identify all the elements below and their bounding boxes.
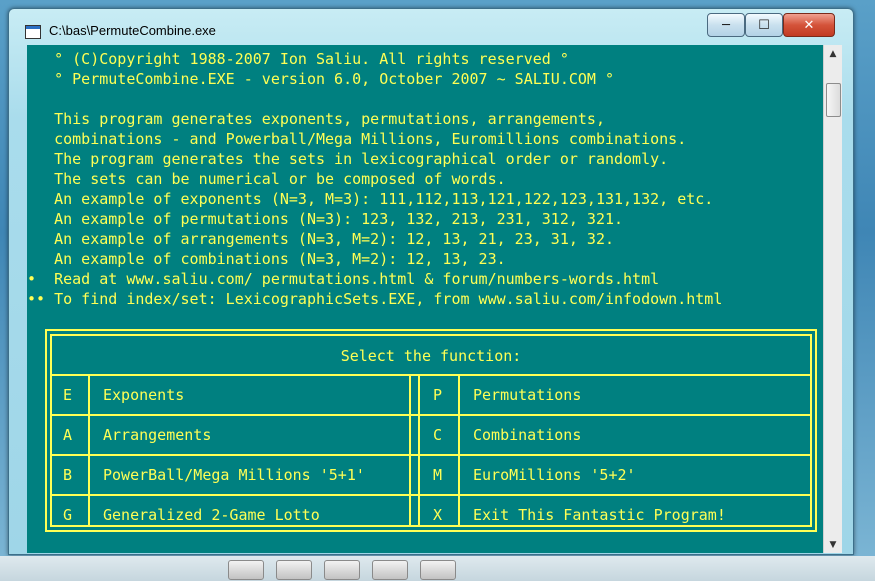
console-line: •• To find index/set: LexicographicSets.… <box>27 290 723 308</box>
taskbar-app-icon[interactable] <box>276 560 312 580</box>
menu-divider <box>88 374 90 525</box>
console-line: ° (C)Copyright 1988-2007 Ion Saliu. All … <box>27 50 569 68</box>
option-label: Combinations <box>473 426 582 444</box>
close-button[interactable]: ✕ <box>783 13 835 37</box>
window-title: C:\bas\PermuteCombine.exe <box>49 23 216 38</box>
console-window: C:\bas\PermuteCombine.exe ─ ☐ ✕ ° (C)Cop… <box>8 8 854 555</box>
option-label: Exit This Fantastic Program! <box>473 506 726 524</box>
menu-divider <box>418 374 420 525</box>
menu-divider <box>52 414 810 416</box>
function-menu: Select the function: E Exponents P Permu… <box>45 329 817 532</box>
function-menu-inner-frame: Select the function: E Exponents P Permu… <box>50 334 812 527</box>
option-label: PowerBall/Mega Millions '5+1' <box>103 466 365 484</box>
maximize-button[interactable]: ☐ <box>745 13 783 37</box>
console-output[interactable]: ° (C)Copyright 1988-2007 Ion Saliu. All … <box>27 45 823 553</box>
option-key: E <box>63 386 73 404</box>
scroll-down-arrow-icon[interactable]: ▼ <box>824 536 842 553</box>
menu-divider <box>52 494 810 496</box>
taskbar-app-icon[interactable] <box>420 560 456 580</box>
console-line: The program generates the sets in lexico… <box>27 150 669 168</box>
console-line: An example of exponents (N=3, M=3): 111,… <box>27 190 714 208</box>
console-line: The sets can be numerical or be composed… <box>27 170 506 188</box>
console-line: • Read at www.saliu.com/ permutations.ht… <box>27 270 660 288</box>
console-app-icon <box>25 25 41 39</box>
option-key: A <box>63 426 73 444</box>
scroll-up-arrow-icon[interactable]: ▲ <box>824 45 842 62</box>
option-label: Arrangements <box>103 426 212 444</box>
console-line: This program generates exponents, permut… <box>27 110 605 128</box>
menu-divider <box>409 374 411 525</box>
console-line: An example of permutations (N=3): 123, 1… <box>27 210 624 228</box>
option-key: M <box>433 466 443 484</box>
taskbar-app-icon[interactable] <box>324 560 360 580</box>
minimize-button[interactable]: ─ <box>707 13 745 37</box>
option-label: Exponents <box>103 386 185 404</box>
title-bar[interactable]: C:\bas\PermuteCombine.exe ─ ☐ ✕ <box>9 9 853 45</box>
option-key: X <box>433 506 443 524</box>
taskbar-app-icon[interactable] <box>228 560 264 580</box>
menu-divider <box>458 374 460 525</box>
taskbar-app-icon[interactable] <box>372 560 408 580</box>
option-key: C <box>433 426 443 444</box>
scrollbar-thumb[interactable] <box>826 83 841 117</box>
console-line: An example of arrangements (N=3, M=2): 1… <box>27 230 614 248</box>
console-line: combinations - and Powerball/Mega Millio… <box>27 130 687 148</box>
option-label: Permutations <box>473 386 582 404</box>
console-line: An example of combinations (N=3, M=2): 1… <box>27 250 506 268</box>
option-key: G <box>63 506 73 524</box>
option-key: B <box>63 466 73 484</box>
option-label: EuroMillions '5+2' <box>473 466 636 484</box>
console-line: ° PermuteCombine.EXE - version 6.0, Octo… <box>27 70 614 88</box>
vertical-scrollbar[interactable]: ▲ ▼ <box>823 45 842 553</box>
taskbar-strip <box>0 556 875 581</box>
menu-divider <box>52 454 810 456</box>
option-label: Generalized 2-Game Lotto <box>103 506 320 524</box>
menu-title: Select the function: <box>340 347 522 365</box>
option-key: P <box>433 386 443 404</box>
menu-divider <box>52 374 810 376</box>
